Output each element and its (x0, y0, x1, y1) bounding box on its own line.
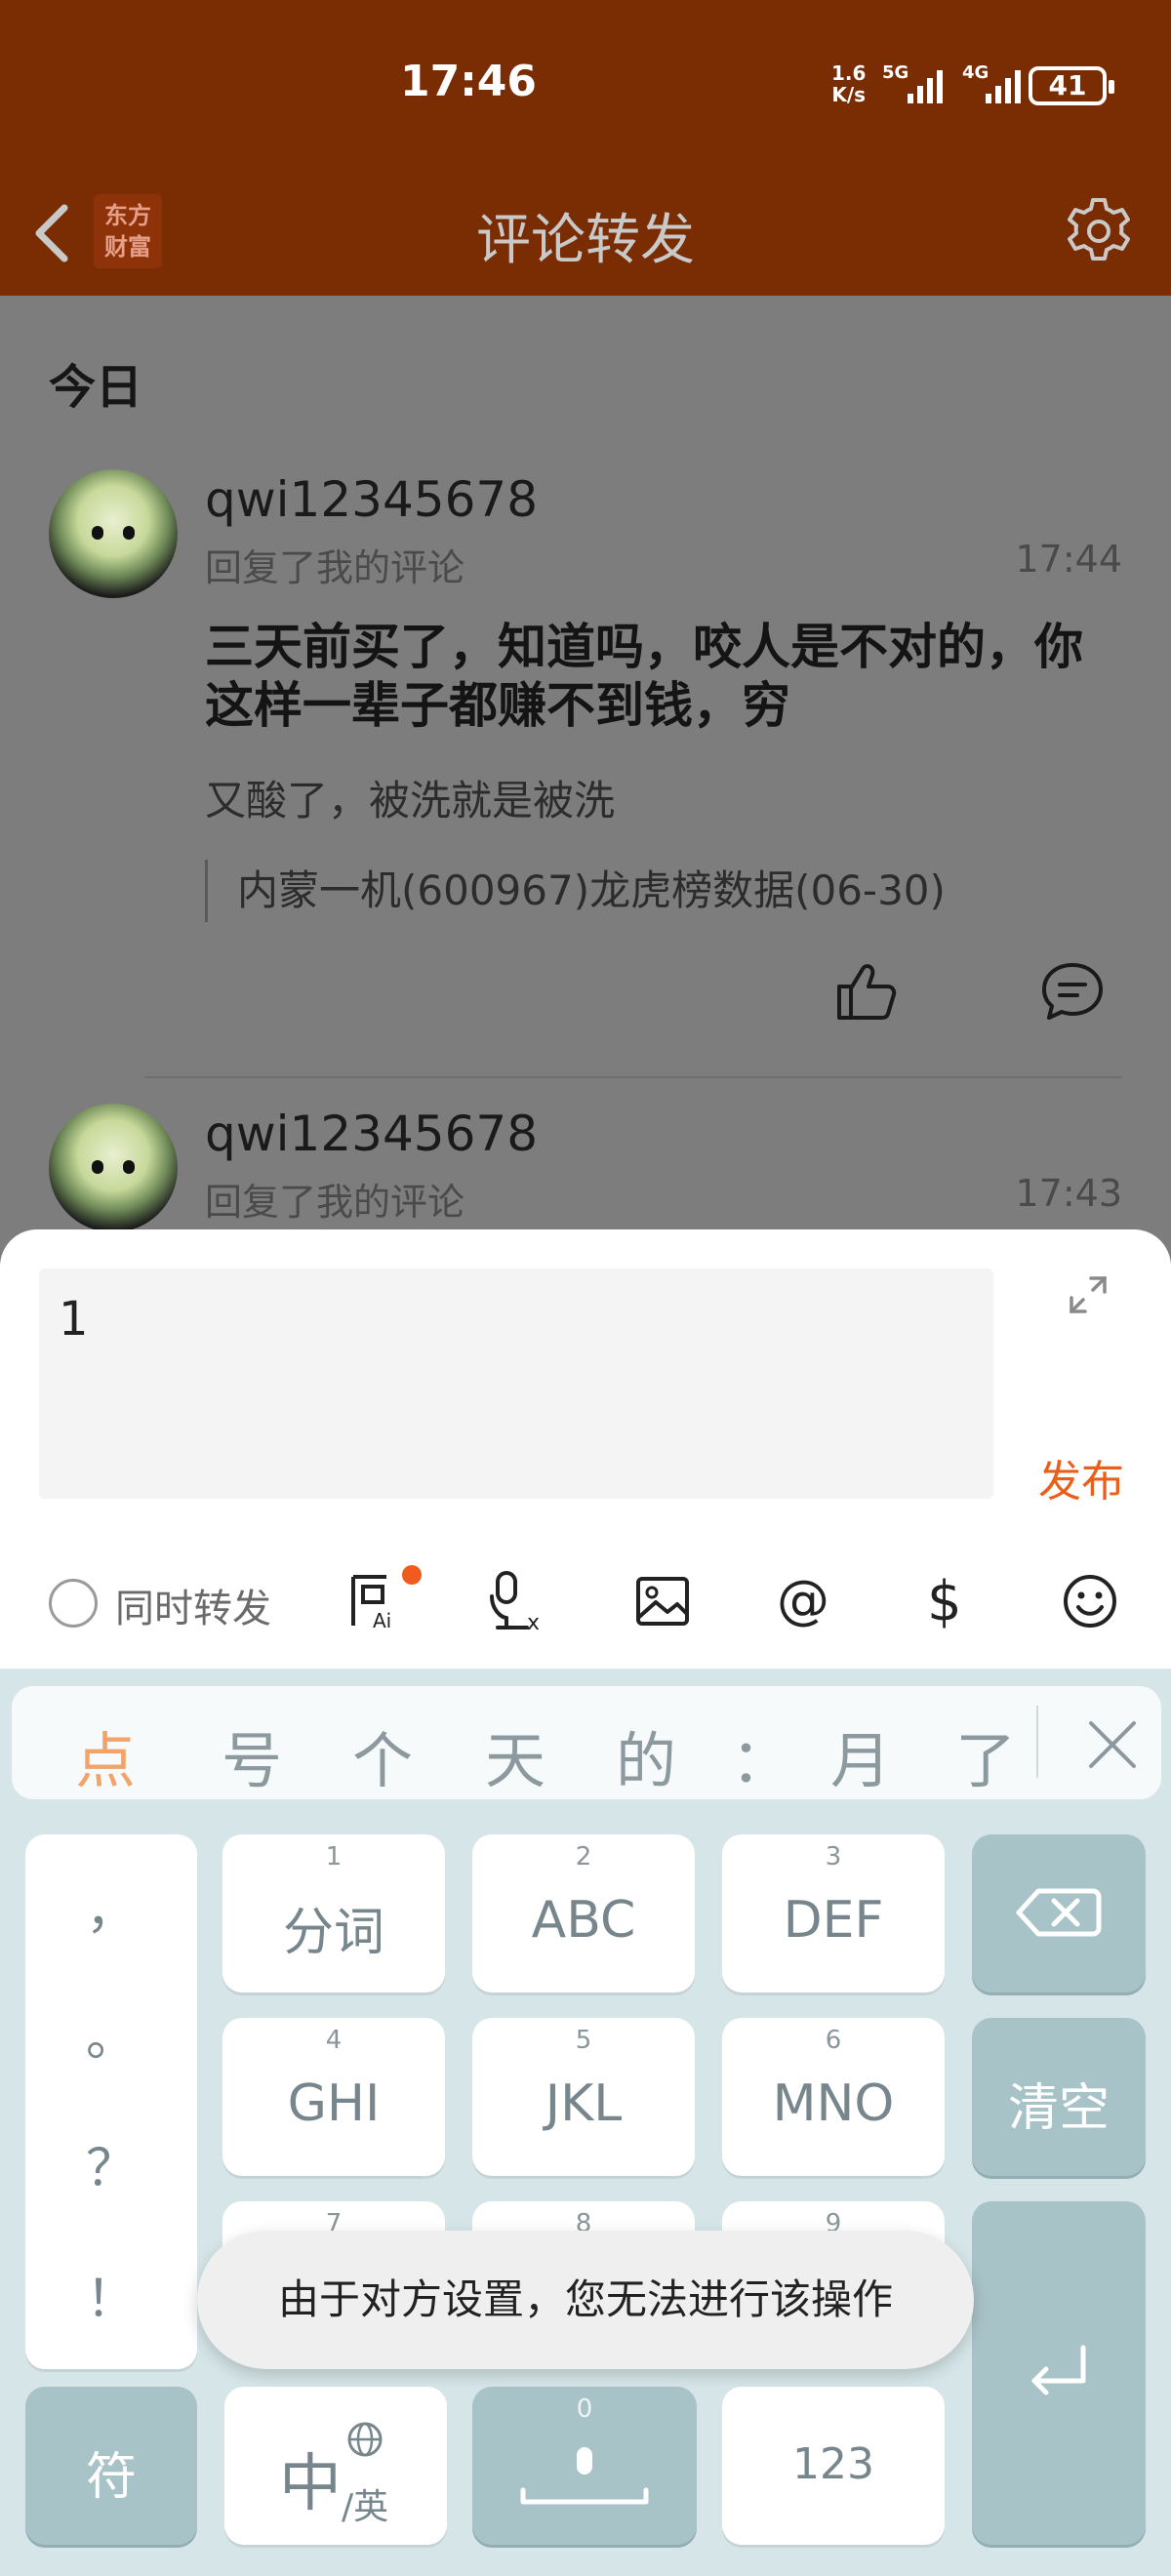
space-key[interactable]: 0 (472, 2387, 697, 2545)
candidate-item[interactable]: 号 (203, 1711, 301, 1799)
key-number: 3 (825, 1842, 842, 1872)
key-1[interactable]: 1 分词 (222, 1834, 445, 1992)
thumbs-up-icon[interactable] (835, 961, 900, 1022)
clear-key[interactable]: 清空 (972, 2018, 1146, 2176)
timestamp: 17:44 (1015, 538, 1122, 581)
signal-4g-icon (986, 66, 1021, 103)
svg-text:@: @ (777, 1569, 829, 1630)
signal-5g-icon (908, 66, 943, 103)
key-6[interactable]: 6 MNO (722, 2018, 945, 2176)
enter-key[interactable] (972, 2201, 1146, 2545)
section-title-today: 今日 (49, 360, 143, 415)
svg-text:Ai: Ai (373, 1609, 391, 1632)
notification-feed: 今日 qwi12345678 回复了我的评论 17:44 三天前买了，知道吗，咬… (0, 296, 1171, 1232)
stock-dollar-icon[interactable]: $ (913, 1567, 982, 1635)
timestamp: 17:43 (1015, 1172, 1122, 1215)
key-label: DEF (783, 1891, 884, 1950)
username[interactable]: qwi12345678 (205, 471, 538, 528)
compose-toolbar: 同时转发 Ai x @ $ (0, 1557, 1171, 1645)
page-title: 评论转发 (476, 209, 695, 272)
numeric-mode-key[interactable]: 123 (722, 2387, 945, 2545)
avatar[interactable] (49, 469, 178, 598)
backspace-key[interactable] (972, 1834, 1146, 1992)
network-speed-value: 1.6 (831, 61, 867, 85)
key-5[interactable]: 5 JKL (472, 2018, 695, 2176)
battery-icon: 41 (1029, 66, 1114, 105)
reply-input[interactable]: 1 (39, 1268, 993, 1499)
punct-key[interactable]: ？ (25, 2127, 197, 2200)
key-label: 123 (792, 2439, 874, 2489)
forward-label[interactable]: 同时转发 (115, 1577, 271, 1633)
key-number: 1 (325, 1842, 343, 1872)
candidate-item[interactable]: ： (712, 1711, 810, 1799)
signal-5g-label: 5G (882, 62, 909, 83)
voice-to-text-icon[interactable]: x (486, 1567, 554, 1635)
key-label: JKL (545, 2074, 623, 2133)
backspace-icon (1016, 1888, 1102, 1937)
mention-icon[interactable]: @ (771, 1567, 839, 1635)
symbols-key[interactable]: 符 (25, 2387, 197, 2545)
enter-icon (1031, 2345, 1086, 2395)
status-bar: 17:46 1.6 K/s 5G 4G 41 (0, 0, 1171, 171)
notification-dot (402, 1565, 422, 1585)
divider (144, 1076, 1122, 1078)
candidate-item[interactable]: 点 (57, 1711, 154, 1799)
key-label: GHI (287, 2074, 381, 2133)
key-2[interactable]: 2 ABC (472, 1834, 695, 1992)
key-4[interactable]: 4 GHI (222, 2018, 445, 2176)
svg-text:x: x (527, 1611, 540, 1635)
candidate-item[interactable]: 个 (334, 1711, 431, 1799)
key-number: 2 (575, 1842, 592, 1872)
expand-icon[interactable] (1068, 1274, 1109, 1315)
key-label: 分词 (282, 1904, 384, 1962)
candidate-item[interactable]: 天 (466, 1711, 564, 1799)
key-label: 符 (85, 2448, 137, 2507)
key-number: 5 (575, 2026, 592, 2055)
forward-radio[interactable] (49, 1579, 98, 1628)
quoted-post[interactable]: 内蒙一机(600967)龙虎榜数据(06-30) (205, 860, 946, 922)
key-label: 清空 (1007, 2079, 1110, 2138)
emoji-icon[interactable] (1056, 1567, 1124, 1635)
candidate-item[interactable]: 月 (812, 1711, 909, 1799)
key-label: MNO (772, 2074, 895, 2133)
candidate-item[interactable]: 了 (937, 1711, 1034, 1799)
toast-message: 由于对方设置，您无法进行该操作 (197, 2231, 974, 2369)
globe-icon (347, 2422, 383, 2457)
subtitle: 回复了我的评论 (205, 1181, 465, 1224)
key-3[interactable]: 3 DEF (722, 1834, 945, 1992)
publish-button[interactable]: 发布 (1038, 1446, 1124, 1509)
gear-icon[interactable] (1062, 194, 1136, 268)
lang-main-label: 中 (279, 2448, 342, 2520)
svg-text:$: $ (927, 1570, 962, 1633)
candidate-item[interactable]: 的 (597, 1711, 695, 1799)
username[interactable]: qwi12345678 (205, 1106, 538, 1162)
network-speed-unit: K/s (831, 83, 867, 106)
reply-text: 又酸了，被洗就是被洗 (205, 777, 616, 825)
candidate-bar: 点 号 个 天 的 ： 月 了 (12, 1686, 1161, 1799)
comment-bubble-icon[interactable] (1040, 961, 1105, 1022)
lang-sub-label: /英 (342, 2487, 389, 2527)
key-number: 6 (825, 2026, 842, 2055)
close-icon[interactable] (1083, 1715, 1142, 1774)
punct-key[interactable]: 。 (25, 1996, 197, 2070)
key-label: ABC (531, 1891, 636, 1950)
reply-compose-sheet: 1 发布 同时转发 Ai x @ $ (0, 1229, 1171, 1669)
key-number: 4 (325, 2026, 343, 2055)
image-icon[interactable] (628, 1567, 697, 1635)
key-number: 0 (576, 2395, 593, 2424)
punct-key[interactable]: ， (25, 1870, 197, 1943)
status-time: 17:46 (399, 57, 538, 106)
microphone-icon (520, 2447, 649, 2505)
subtitle: 回复了我的评论 (205, 546, 465, 589)
app-header: 东方 财富 评论转发 (0, 171, 1171, 296)
punctuation-column: ， 。 ？ ！ (25, 1834, 197, 2369)
comment-text: 三天前买了，知道吗，咬人是不对的，你这样一辈子都赚不到钱，穷 (205, 619, 1083, 734)
punct-key[interactable]: ！ (25, 2258, 197, 2331)
network-speed: 1.6 K/s (831, 62, 866, 105)
avatar[interactable] (49, 1104, 178, 1232)
candidate-divider (1036, 1706, 1038, 1778)
language-switch-key[interactable]: 中 /英 (224, 2387, 447, 2545)
ime-keyboard: 点 号 个 天 的 ： 月 了 ， 。 ？ ！ 1 分词 2 ABC 3 DEF (0, 1669, 1171, 2576)
